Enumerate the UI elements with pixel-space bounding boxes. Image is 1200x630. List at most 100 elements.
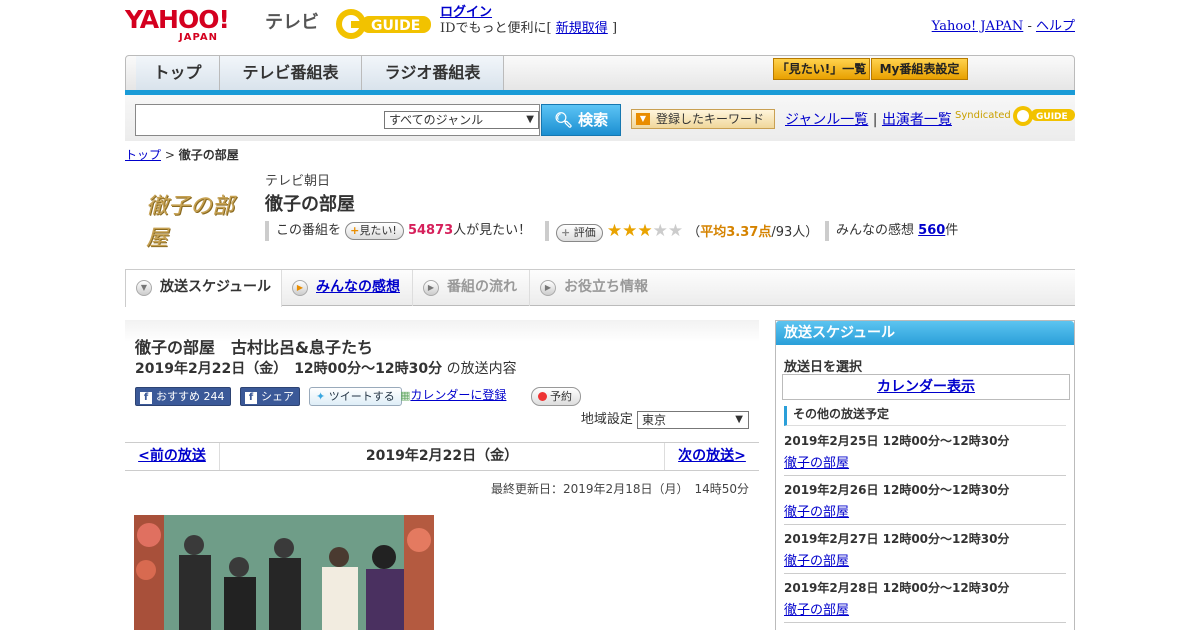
schedule-datetime: 2019年2月28日 12時00分～12時30分 — [784, 581, 1010, 595]
triangle-down-icon: ▼ — [636, 113, 650, 125]
schedule-item: 2019年2月26日 12時00分～12時30分 徹子の部屋 — [784, 476, 1066, 525]
next-broadcast-link[interactable]: 次の放送> — [678, 448, 746, 464]
sidebar-title: 放送スケジュール — [776, 321, 1074, 345]
link-separator: | — [872, 112, 878, 128]
region-value: 東京 — [642, 412, 667, 427]
id-text: IDでもっと便利に[ — [440, 21, 552, 36]
calendar-register-button[interactable]: ▦カレンダーに登録 — [400, 387, 506, 406]
tab-radio-schedule[interactable]: ラジオ番組表 — [362, 56, 504, 90]
register-link[interactable]: 新規取得 — [556, 21, 608, 36]
genre-list-link[interactable]: ジャンル一覧 — [785, 112, 868, 128]
episode-datetime: 2019年2月22日（金） 12時00分～12時30分 — [135, 361, 443, 377]
help-link[interactable]: ヘルプ — [1036, 19, 1075, 34]
previous-broadcast-link[interactable]: <前の放送 — [138, 448, 206, 464]
tab-useful-info[interactable]: ▶ お役立ち情報 — [530, 270, 660, 306]
tab-label: お役立ち情報 — [564, 279, 648, 295]
episode-datetime-row: 2019年2月22日（金） 12時00分～12時30分 の放送内容 — [135, 358, 517, 378]
syndicated-gguide-text: GUIDE — [1036, 112, 1068, 122]
region-select[interactable]: 東京 ▼ — [637, 410, 749, 429]
site-header: YAHOO! JAPAN テレビ GUIDE ログイン IDでもっと便利に[ 新… — [125, 0, 1075, 48]
tab-top[interactable]: トップ — [136, 56, 220, 90]
yahoo-japan-logo[interactable]: YAHOO! JAPAN — [125, 5, 261, 43]
tab-broadcast-schedule[interactable]: ▼ 放送スケジュール — [125, 270, 282, 307]
program-title: 徹子の部屋 — [265, 194, 355, 215]
calendar-display-button[interactable]: カレンダー表示 — [782, 374, 1070, 400]
header-sep: - — [1027, 19, 1032, 34]
login-link[interactable]: ログイン — [440, 5, 492, 20]
breadcrumb-top[interactable]: トップ — [125, 148, 161, 162]
tweet-button[interactable]: ✦ ツイートする — [309, 387, 402, 406]
calendar-display-link[interactable]: カレンダー表示 — [877, 379, 975, 395]
calendar-register-link[interactable]: カレンダーに登録 — [410, 388, 506, 402]
chevron-right-icon: ▶ — [540, 280, 556, 296]
twitter-icon: ✦ — [316, 390, 326, 403]
search-links: ジャンル一覧 | 出演者一覧 — [785, 109, 952, 129]
content-tabs: ▼ 放送スケジュール ▶ みんなの感想 ▶ 番組の流れ ▶ お役立ち情報 — [125, 269, 1075, 307]
search-button[interactable]: 🔍︎ 検索 — [541, 104, 621, 136]
tab-program-flow[interactable]: ▶ 番組の流れ — [413, 270, 530, 306]
breadcrumb: トップ > 徹子の部屋 — [125, 146, 239, 163]
chevron-down-icon: ▼ — [526, 114, 534, 125]
chevron-down-icon: ▼ — [735, 413, 743, 425]
yahoo-logo-text: YAHOO! — [125, 5, 230, 34]
facebook-icon: f — [140, 392, 152, 404]
reserve-button[interactable]: 予約 — [531, 387, 581, 406]
search-button-label: 検索 — [578, 111, 609, 129]
record-icon — [538, 392, 547, 401]
station-name: テレビ朝日 — [265, 174, 331, 189]
chevron-down-icon: ▼ — [136, 280, 152, 296]
plus-icon: + — [561, 225, 571, 239]
want-count: 54873 — [407, 223, 454, 238]
schedule-datetime: 2019年2月25日 12時00分～12時30分 — [784, 434, 1010, 448]
breadcrumb-current: 徹子の部屋 — [178, 148, 239, 162]
rating-block: + 評価 ★★★★★ （平均3.37点/93人） — [545, 221, 819, 242]
chevron-right-icon: ▶ — [423, 280, 439, 296]
episode-photo — [134, 515, 434, 630]
genre-select[interactable]: すべてのジャンル ▼ — [384, 111, 539, 129]
facebook-share-button[interactable]: f シェア — [240, 387, 300, 406]
yahoo-japan-link[interactable]: Yahoo! JAPAN — [932, 19, 1024, 34]
program-logo: 徹子の部屋 — [138, 170, 248, 251]
id-close: ] — [611, 21, 618, 36]
episode-title: 徹子の部屋 古村比呂&息子たち — [135, 338, 373, 357]
genre-select-value: すべてのジャンル — [389, 113, 484, 127]
my-schedule-button[interactable]: My番組表設定 — [871, 58, 968, 80]
tab-tv-schedule[interactable]: テレビ番組表 — [220, 56, 362, 90]
schedule-title-link[interactable]: 徹子の部屋 — [784, 505, 849, 520]
rating-stars: ★★★★★ — [607, 221, 683, 241]
last-updated: 最終更新日：2019年2月18日（月） 14時50分 — [491, 482, 749, 496]
mitai-list-button[interactable]: 「見たい!」一覧 — [773, 58, 870, 80]
impressions-count-link[interactable]: 560 — [918, 223, 945, 238]
gguide-logo[interactable]: GUIDE — [333, 6, 433, 42]
schedule-title-link[interactable]: 徹子の部屋 — [784, 603, 849, 618]
episode-datetime-suffix: の放送内容 — [446, 361, 517, 377]
schedule-item: 2019年2月28日 12時00分～12時30分 徹子の部屋 — [784, 574, 1066, 623]
rating-button[interactable]: + 評価 — [556, 223, 603, 242]
want-button[interactable]: +見たい! — [345, 221, 404, 240]
keyword-button[interactable]: ▼ 登録したキーワード — [631, 109, 775, 129]
impressions-block: みんなの感想 560件 — [825, 221, 958, 241]
tab-impressions[interactable]: ▶ みんなの感想 — [282, 270, 413, 306]
facebook-recommend-button[interactable]: f おすすめ 244 — [135, 387, 231, 406]
calendar-icon: ▦ — [400, 389, 411, 402]
search-bar: すべてのジャンル ▼ 🔍︎ 検索 ▼ 登録したキーワード ジャンル一覧 | 出演… — [125, 95, 1075, 141]
performer-list-link[interactable]: 出演者一覧 — [882, 112, 952, 128]
fb-recommend-label: おすすめ — [156, 390, 200, 403]
star-icon: ★ — [606, 221, 623, 241]
syndicated-label: Syndicated — [955, 110, 1011, 121]
reserve-label: 予約 — [550, 390, 572, 403]
schedule-title-link[interactable]: 徹子の部屋 — [784, 554, 849, 569]
keyword-button-label: 登録したキーワード — [656, 112, 765, 126]
impressions-unit: 件 — [945, 223, 959, 238]
chevron-right-icon: ▶ — [292, 280, 308, 296]
tab-label: みんなの感想 — [316, 279, 400, 295]
rating-votes: /93人） — [771, 225, 819, 240]
schedule-title-link[interactable]: 徹子の部屋 — [784, 456, 849, 471]
want-block: この番組を +見たい! 54873人が見たい！ — [265, 221, 531, 241]
schedule-datetime: 2019年2月26日 12時00分～12時30分 — [784, 483, 1010, 497]
gguide-logo-text: GUIDE — [371, 18, 420, 34]
program-logo-text: 徹子の部屋 — [146, 194, 235, 251]
current-broadcast-date: 2019年2月22日（金） — [365, 448, 519, 464]
star-icon: ★ — [622, 221, 638, 241]
search-icon: 🔍︎ — [553, 111, 573, 129]
